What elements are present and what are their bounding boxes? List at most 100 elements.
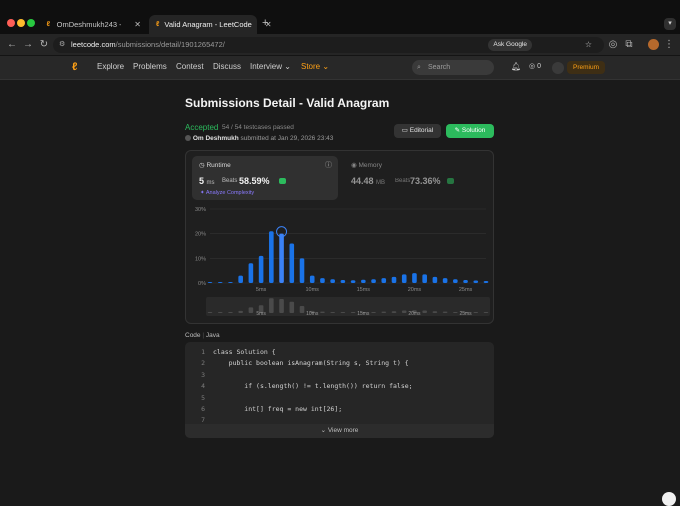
nav-store[interactable]: Store ⌄ (301, 62, 329, 71)
chart-bar (361, 279, 366, 283)
memory-value: 44.48 MB (351, 176, 385, 186)
ask-google-button[interactable]: Ask Google (488, 39, 532, 51)
more-menu-icon[interactable]: ⋮ (662, 38, 676, 52)
analyze-complexity-link[interactable]: ✦ Analyze Complexity (200, 190, 254, 196)
browser-tab[interactable]: ℓ OmDeshmukh243 - LeetCode ✕ (38, 15, 148, 34)
solution-button[interactable]: ✎ Solution (446, 124, 494, 138)
code-line: 5 (185, 394, 494, 403)
nav-explore[interactable]: Explore (97, 62, 124, 71)
chart-bar (453, 279, 458, 283)
editorial-button[interactable]: ▭ Editorial (394, 124, 441, 138)
chart-bar (483, 281, 489, 283)
chart-bar (463, 280, 468, 283)
overview-bar (279, 299, 284, 313)
chart-bar (432, 276, 438, 283)
nav-contest[interactable]: Contest (176, 62, 204, 71)
code-viewer[interactable]: 1 class Solution { 2 public boolean isAnag… (185, 342, 494, 438)
chart-bar (309, 275, 315, 283)
new-tab-button[interactable]: + (262, 17, 268, 29)
y-tick-label: 30% (195, 207, 206, 213)
browser-tab-active[interactable]: ℓ Valid Anagram - LeetCode ✕ (149, 15, 272, 34)
chevron-double-down-icon: ⌄ (320, 427, 327, 434)
overview-bar (320, 311, 325, 313)
edit-icon: ✎ (454, 127, 461, 134)
line-number: 4 (201, 382, 205, 391)
overview-bar (371, 311, 376, 313)
overview-bar (289, 301, 295, 313)
address-bar[interactable]: ⚙ leetcode.com/submissions/detail/190126… (53, 37, 604, 53)
code-language-header: Code | Java (185, 332, 220, 339)
maximize-window-button[interactable] (27, 19, 35, 27)
premium-button[interactable]: Premium (567, 61, 605, 74)
reload-icon[interactable]: ↻ (37, 38, 51, 52)
overview-bar (238, 310, 243, 313)
profile-avatar[interactable] (648, 39, 659, 50)
x-tick-label: 10ms (305, 287, 319, 293)
chart-bar (473, 280, 479, 283)
overview-bar (330, 311, 335, 313)
runtime-header: ◷ Runtime (199, 161, 231, 169)
nav-interview[interactable]: Interview ⌄ (250, 62, 291, 71)
overview-bar (269, 298, 274, 313)
search-placeholder: Search (428, 64, 451, 71)
x-tick-label: 20ms (408, 287, 422, 293)
nav-problems[interactable]: Problems (133, 62, 167, 71)
code-language: Java (205, 332, 220, 339)
chart-bar (320, 278, 325, 283)
tab-title: OmDeshmukh243 - LeetCode (56, 20, 122, 29)
memory-card[interactable]: ◉ Memory 44.48 MB Beats 73.36% (344, 156, 490, 200)
code-line: 1 class Solution { (185, 348, 494, 357)
floating-assistant-button[interactable] (662, 492, 676, 506)
runtime-distribution-chart[interactable]: 30% 20% 10% 0% 5ms 10ms 15ms 20ms 25ms 5ms 10ms 15m… (186, 203, 493, 323)
percentile-badge-icon (279, 178, 286, 184)
chart-bar (289, 243, 295, 283)
memory-number: 44.48 (351, 176, 374, 186)
coins-indicator[interactable]: ◎ 0 (529, 62, 541, 70)
puzzle-icon[interactable]: ⧉ (622, 38, 636, 52)
site-info-icon[interactable]: ⚙ (59, 37, 65, 53)
user-avatar-small (185, 135, 191, 142)
status-badge: Accepted (185, 123, 219, 132)
overview-bar (422, 310, 427, 313)
nav-discuss[interactable]: Discuss (213, 62, 241, 71)
chart-bar (381, 278, 387, 283)
code-text: if (s.length() != t.length()) return fal… (213, 382, 413, 391)
minimize-window-button[interactable] (17, 19, 25, 27)
close-window-button[interactable] (7, 19, 15, 27)
code-text: int[] freq = new int[26]; (213, 405, 343, 413)
search-input[interactable]: ⌕ Search (412, 60, 494, 75)
leetcode-logo-icon[interactable]: ℓ (72, 61, 85, 74)
nav-store-label: Store (301, 62, 321, 71)
view-more-label: View more (327, 427, 359, 434)
code-line: 6 int[] freq = new int[26]; (185, 405, 494, 414)
memory-beats-pct: 73.36% (410, 176, 441, 186)
submission-page: Submissions Detail - Valid Anagram Accep… (0, 80, 680, 506)
code-line: 2 public boolean isAnagram(String s, Str… (185, 359, 494, 368)
back-arrow-icon[interactable]: ← (5, 38, 19, 52)
runtime-card[interactable]: ◷ Runtime ⓘ 5 ms Beats 58.59% ✦ Analyze … (192, 156, 338, 200)
leetcode-favicon-icon: ℓ (46, 20, 51, 28)
overview-bar (391, 311, 397, 313)
view-more-button[interactable]: ⌄ View more (185, 424, 494, 438)
notification-bell-icon[interactable]: 🔔︎ (511, 62, 521, 71)
user-avatar[interactable] (552, 62, 564, 74)
range-selector (206, 297, 490, 316)
memory-header: ◉ Memory (351, 161, 382, 169)
runtime-beats-pct: 58.59% (239, 176, 270, 186)
x-tick-label: 5ms (256, 287, 267, 293)
info-icon[interactable]: ⓘ (325, 160, 332, 170)
line-number: 2 (201, 359, 205, 368)
chart-bar (340, 280, 346, 283)
extensions-icon[interactable]: ◎ (606, 38, 620, 52)
tab-search-icon[interactable]: ▾ (664, 18, 676, 30)
overview-bar (483, 312, 489, 313)
bookmark-star-icon[interactable]: ☆ (585, 37, 592, 53)
line-number: 1 (201, 348, 205, 356)
username[interactable]: Om Deshmukh (193, 135, 239, 142)
chart-bar (442, 278, 448, 283)
forward-arrow-icon[interactable]: → (21, 38, 35, 52)
overview-bar (453, 311, 458, 313)
memory-label: Memory (358, 162, 382, 169)
close-tab-icon[interactable]: ✕ (134, 20, 141, 29)
clock-icon: ◷ (199, 162, 205, 169)
